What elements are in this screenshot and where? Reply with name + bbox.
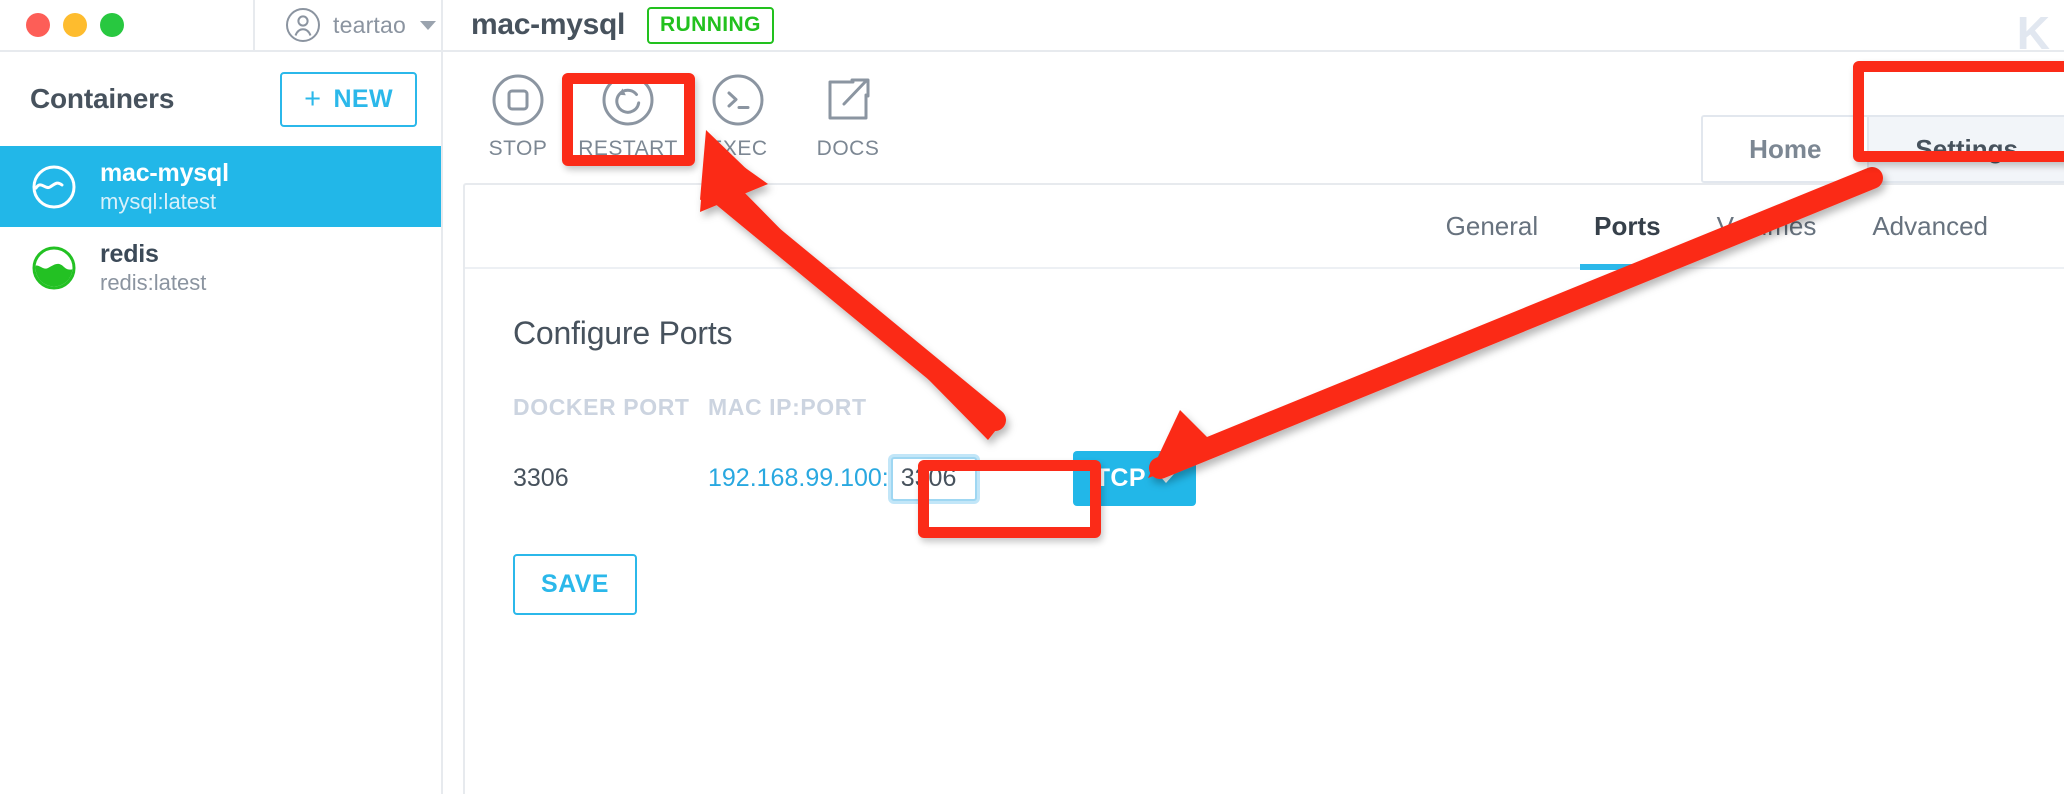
sidebar: teartao Containers + NEW mac-mysql mysql… [0,0,443,794]
tab-settings[interactable]: Settings [1867,117,2064,181]
table-row: 3306 192.168.99.100: TCP [513,451,2064,506]
chevron-down-icon [420,20,437,30]
ports-panel-body: Configure Ports DOCKER PORT MAC IP:PORT … [465,269,2064,615]
container-image-label: mysql:latest [100,188,217,214]
docs-button-label: DOCS [816,137,880,160]
docker-port-value: 3306 [513,464,569,492]
stop-button-label: STOP [488,137,548,160]
subtab-advanced[interactable]: Advanced [1844,184,2016,268]
stop-button[interactable]: STOP [463,62,573,161]
restart-button[interactable]: RESTART [573,62,683,161]
tab-home-label: Home [1749,133,1822,164]
main-area: mac-mysql RUNNING K STOP RESTART EXEC DO… [443,0,2064,794]
subtab-advanced-label: Advanced [1872,210,1988,241]
container-item-texts: redis redis:latest [100,240,206,296]
user-circle-icon [285,7,321,43]
page-title: mac-mysql [471,8,626,41]
container-header: mac-mysql RUNNING K [443,0,2064,59]
container-toolbar: STOP RESTART EXEC DOCS Home Settings [443,52,2064,183]
terminal-prompt-icon [710,72,766,128]
settings-subtabs: General Ports Volumes Advanced [465,184,2064,270]
kitematic-window: teartao Containers + NEW mac-mysql mysql… [0,0,2064,794]
docs-button[interactable]: DOCS [793,62,903,161]
container-list: mac-mysql mysql:latest redis redis:lates… [0,146,441,308]
subtab-ports-label: Ports [1594,210,1661,241]
traffic-light-buttons[interactable] [0,0,253,51]
exec-button-label: EXEC [708,137,768,160]
protocol-label: TCP [1094,464,1146,492]
containers-heading: Containers [30,83,175,114]
tab-settings-label: Settings [1915,133,2018,164]
stop-square-icon [490,72,546,128]
subtab-general[interactable]: General [1418,184,1567,268]
settings-panel: General Ports Volumes Advanced Configure… [463,183,2064,794]
external-link-icon [820,72,876,128]
user-menu[interactable]: teartao [253,0,441,51]
container-running-icon [30,244,78,292]
window-titlebar: teartao [0,0,441,52]
new-container-label: NEW [333,84,393,113]
container-name-label: mac-mysql [100,158,229,187]
save-button[interactable]: SAVE [513,554,637,615]
subtab-general-label: General [1445,210,1539,241]
close-window-icon[interactable] [26,13,50,37]
restart-button-label: RESTART [578,137,678,160]
subtab-ports[interactable]: Ports [1566,184,1688,270]
container-image-label: redis:latest [100,269,207,295]
ports-table-header: DOCKER PORT MAC IP:PORT [513,394,2064,421]
protocol-dropdown[interactable]: TCP [1072,451,1196,506]
restart-circular-arrow-icon [600,72,656,128]
host-ip-label: 192.168.99.100: [708,464,889,492]
sidebar-item-mac-mysql[interactable]: mac-mysql mysql:latest [0,146,441,227]
container-item-texts: mac-mysql mysql:latest [100,159,229,215]
containers-header: Containers + NEW [0,52,441,146]
user-name-label: teartao [333,11,407,38]
plus-icon: + [304,82,322,115]
status-badge: RUNNING [647,6,774,44]
column-header-docker-port: DOCKER PORT [513,394,690,420]
container-name-label: redis [100,239,159,268]
exec-button[interactable]: EXEC [683,62,793,161]
mac-ip-port-cell: 192.168.99.100: [708,456,977,501]
tab-home[interactable]: Home [1703,117,1868,181]
host-port-input[interactable] [890,456,977,501]
column-header-mac-ip-port: MAC IP:PORT [708,394,867,420]
view-segmented-control: Home Settings [1701,115,2064,183]
maximize-window-icon[interactable] [100,13,124,37]
ports-table: DOCKER PORT MAC IP:PORT 3306 192.168.99.… [513,394,2064,506]
section-title: Configure Ports [513,315,733,351]
sidebar-item-redis[interactable]: redis redis:latest [0,227,441,308]
minimize-window-icon[interactable] [63,13,87,37]
subtab-volumes-label: Volumes [1716,210,1817,241]
subtab-volumes[interactable]: Volumes [1689,184,1845,268]
container-running-icon [30,163,78,211]
new-container-button[interactable]: + NEW [280,71,417,127]
chevron-down-icon [1157,474,1174,483]
